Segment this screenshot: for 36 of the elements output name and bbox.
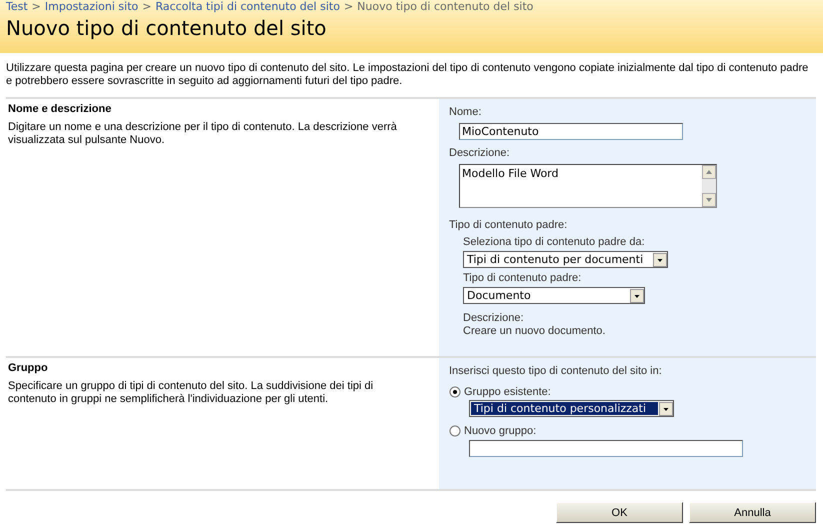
field-label: Tipo di contenuto padre: — [449, 218, 568, 232]
scroll-up-icon[interactable] — [702, 165, 716, 179]
breadcrumb-separator: > — [344, 0, 354, 13]
breadcrumb-current: Nuovo tipo di contenuto del sito — [357, 0, 534, 13]
section-heading: Gruppo — [8, 361, 49, 376]
breadcrumb-link[interactable]: Test — [6, 0, 28, 13]
section-description: Digitare un nome e una descrizione per il tipo di contenuto. La descrizione verrà visualizzata sul pulsante Nuovo. — [8, 121, 398, 147]
page-title: Nuovo tipo di contenuto del sito — [6, 15, 328, 42]
section-heading: Nome e descrizione — [8, 102, 112, 117]
radio-button[interactable] — [449, 425, 461, 437]
breadcrumb-separator: > — [142, 0, 152, 13]
description-text: Creare un nuovo documento. — [463, 325, 606, 338]
dropdown[interactable]: Documento — [463, 287, 645, 304]
field-label: Tipo di contenuto padre: — [463, 272, 582, 285]
radio-label[interactable]: Nuovo gruppo: — [464, 425, 536, 437]
radio-label[interactable]: Gruppo esistente: — [464, 386, 551, 398]
description-field[interactable]: Modello File Word — [459, 164, 717, 208]
breadcrumb-separator: > — [32, 0, 41, 13]
field-label: Descrizione: — [463, 312, 525, 325]
cancel-button[interactable]: Annulla — [689, 502, 816, 523]
breadcrumb-link[interactable]: Raccolta tipi di contenuto del sito — [155, 0, 340, 13]
scrollbar[interactable] — [702, 165, 716, 207]
field-label: Inserisci questo tipo di contenuto del sito in: — [449, 364, 663, 378]
field-label: Descrizione: — [449, 146, 511, 160]
group-name-field[interactable] — [469, 440, 743, 457]
ok-button[interactable]: OK — [556, 502, 683, 523]
breadcrumb-link[interactable]: Impostazioni sito — [44, 0, 138, 13]
dropdown[interactable]: Tipi di contenuto personalizzati — [469, 400, 674, 417]
field-label: Seleziona tipo di contenuto padre da: — [463, 236, 646, 249]
dropdown[interactable]: Tipi di contenuto per documenti — [463, 251, 668, 268]
name-field[interactable]: MioContenuto — [459, 123, 683, 140]
field-label: Nome: — [449, 105, 482, 119]
radio-button[interactable] — [449, 386, 461, 398]
intro-text: Utilizzare questa pagina per creare un nuovo tipo di contenuto del sito. Le impostazioni del tipo di contenuto vengono copiate inizialmente dal tipo di contenuto padre e potrebbero essere sovrascritte in seguito ad aggiornamenti futuri del tipo padre. — [5, 61, 810, 89]
section-description: Specificare un gruppo di tipi di contenuto del sito. La suddivisione dei tipi di contenuto in gruppi ne semplificherà l'individuazione per gli utenti. — [8, 380, 374, 406]
scroll-down-icon[interactable] — [702, 193, 716, 207]
